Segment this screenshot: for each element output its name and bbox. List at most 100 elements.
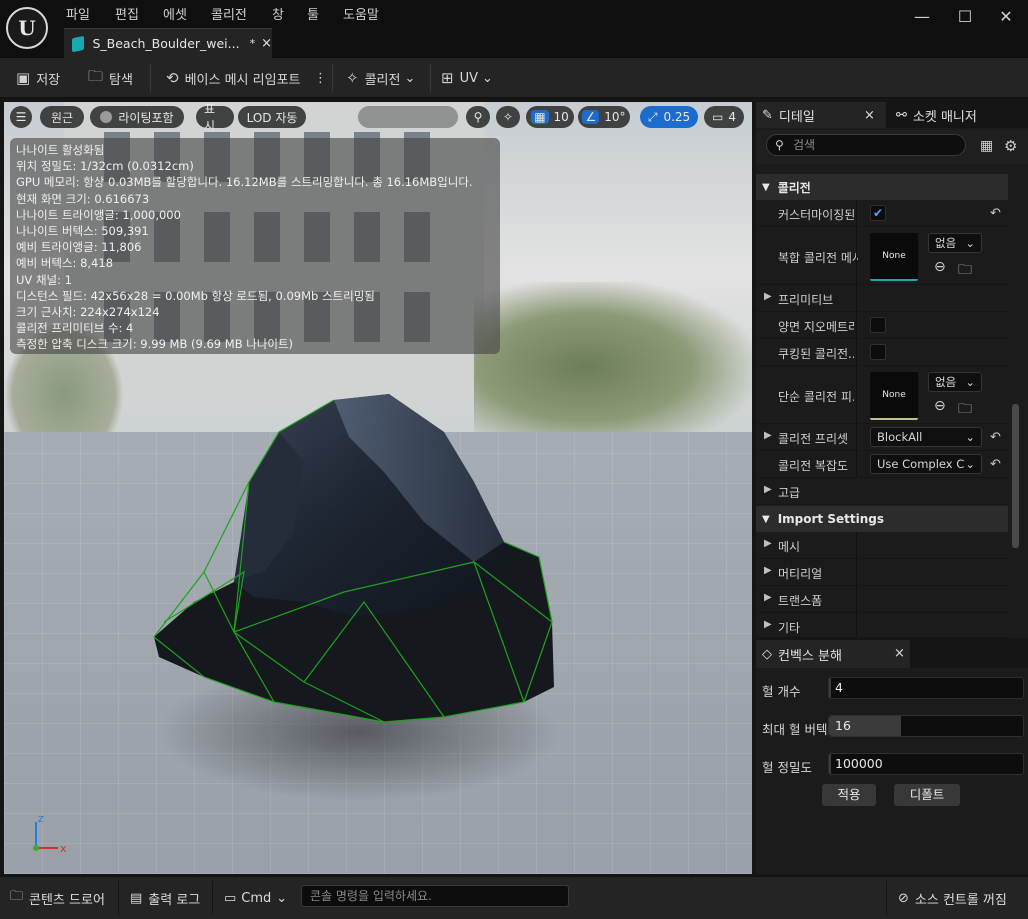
stat-line: 나나이트 버텍스: 509,391 (16, 224, 149, 239)
lighting-mode-button[interactable]: 라이팅포함 (90, 106, 184, 128)
perspective-button[interactable]: 원근 (40, 106, 84, 128)
source-control-button[interactable]: ⊘ 소스 컨트롤 꺼짐 (898, 887, 1007, 909)
tab-convex-decomposition[interactable]: ◇ 컨벡스 분해 (756, 640, 910, 668)
editor-toolbar: ▣ 저장 🗀 탐색 ⟲ 베이스 메시 리임포트 ⋮ ✧ 콜리전 ⌄ ⊞ UV ⌄ (0, 58, 1028, 98)
menu-collision[interactable]: 콜리전 (211, 4, 247, 23)
prop-collision-preset-label: 콜리전 프리셋 (778, 432, 849, 446)
max-hull-verts-input[interactable]: 16 (828, 715, 1024, 737)
console-command-input[interactable]: 콘솔 명령을 입력하세요. (301, 885, 569, 907)
apply-button[interactable]: 적용 (822, 784, 876, 806)
category-import-settings[interactable]: ▼ Import Settings (756, 506, 1008, 532)
category-import-settings-label: Import Settings (777, 512, 884, 526)
collision-complexity-dropdown[interactable]: Use Complex C ⌄ (870, 454, 982, 474)
prop-row-misc[interactable]: ▶ 기타 (756, 613, 1008, 638)
menu-edit[interactable]: 편집 (115, 4, 139, 23)
menu-file[interactable]: 파일 (66, 4, 90, 23)
browse-button[interactable]: 🗀 탐색 (88, 67, 133, 88)
more-options-icon: ⋮ (314, 70, 327, 86)
details-search-input[interactable]: ⚲ 검색 (766, 134, 966, 156)
prop-row-advanced[interactable]: ▶ 고급 (756, 478, 1008, 505)
more-options-button[interactable]: ⋮ (314, 68, 327, 88)
browse-asset-icon[interactable]: 🗀 (958, 259, 972, 283)
save-button[interactable]: ▣ 저장 (16, 68, 60, 88)
cmd-dropdown-button[interactable]: ▭ Cmd ⌄ (224, 887, 287, 909)
asset-tab[interactable]: S_Beach_Boulder_wei... * × (64, 28, 272, 58)
simple-collision-thumbnail[interactable]: None (870, 372, 918, 420)
prop-row-primitives[interactable]: ▶ 프리미티브 (756, 285, 1008, 312)
reset-to-default-icon[interactable]: ↶ (990, 206, 1001, 221)
reset-to-default-icon[interactable]: ↶ (990, 457, 1001, 472)
uv-grid-icon: ⊞ (441, 69, 454, 87)
tab-close-icon[interactable]: × (261, 36, 272, 51)
menu-help[interactable]: 도움말 (343, 4, 379, 23)
tab-socket-manager[interactable]: ⚯ 소켓 매니저 (890, 102, 1028, 128)
column-divider (856, 285, 857, 311)
details-scrollbar[interactable] (1012, 404, 1019, 548)
maximize-icon[interactable]: ☐ (951, 4, 979, 30)
scale-snap-toggle[interactable]: ⤢ 0.25 (640, 106, 698, 128)
viewport-menu-button[interactable]: ☰ (10, 106, 32, 128)
unreal-logo-icon[interactable]: U (6, 7, 48, 49)
tab-close-icon[interactable]: × (864, 108, 875, 123)
surface-snap-icon[interactable]: ⚲ (466, 106, 490, 128)
content-drawer-button[interactable]: 🗀 콘텐츠 드로어 (10, 887, 105, 909)
prop-row-transform[interactable]: ▶ 트랜스폼 (756, 586, 1008, 613)
reimport-base-mesh-button[interactable]: ⟲ 베이스 메시 리임포트 (166, 68, 300, 88)
reset-to-default-icon[interactable]: ↶ (990, 430, 1001, 445)
collision-complexity-value: Use Complex C (877, 457, 965, 471)
prop-collision-complexity-label: 콜리전 복잡도 (778, 459, 849, 473)
stat-line: 나나이트 트라이앵글: 1,000,000 (16, 207, 181, 222)
tab-close-icon[interactable]: × (894, 646, 905, 661)
double-sided-checkbox[interactable] (870, 317, 886, 333)
grid-snap-toggle[interactable]: ▦ 10 (526, 106, 574, 128)
prop-row-material[interactable]: ▶ 머티리얼 (756, 559, 1008, 586)
use-selected-asset-icon[interactable]: ⊖ (934, 259, 946, 275)
close-window-icon[interactable]: ✕ (992, 4, 1020, 30)
settings-gear-icon[interactable]: ⚙ (1004, 137, 1017, 155)
table-view-icon[interactable]: ▦ (980, 138, 993, 154)
mesh-viewport[interactable]: ☰ 원근 라이팅포함 표시 LOD 자동 ⚲ ✧ ▦ 10 ∠ 10° ⤢ 0.… (4, 102, 752, 874)
uv-dropdown-button[interactable]: ⊞ UV ⌄ (441, 68, 493, 88)
lod-button[interactable]: LOD 자동 (238, 106, 306, 128)
prop-complex-mesh-label: 복합 콜리전 메시 (778, 251, 858, 265)
menu-tools[interactable]: 툴 (307, 4, 319, 23)
show-button[interactable]: 표시 (196, 102, 234, 133)
reimport-label: 베이스 메시 리임포트 (184, 72, 301, 88)
browse-asset-icon[interactable]: 🗀 (958, 398, 972, 422)
stat-line: 나나이트 활성화됨 (16, 143, 105, 157)
menu-window[interactable]: 창 (272, 4, 284, 23)
hull-count-label: 헐 개수 (762, 684, 801, 699)
max-hull-verts-label: 최대 헐 버텍 (762, 722, 828, 737)
transform-tools-group[interactable] (358, 106, 458, 128)
prop-row-mesh[interactable]: ▶ 메시 (756, 532, 1008, 559)
category-collision[interactable]: ▼ 콜리전 (756, 174, 1008, 200)
camera-speed-button[interactable]: ▭ 4 (704, 106, 744, 128)
prop-row-double-sided: 양면 지오메트리 (756, 312, 1008, 339)
source-control-label: 소스 컨트롤 꺼짐 (914, 892, 1007, 908)
defaults-button[interactable]: 디폴트 (894, 784, 960, 806)
complex-mesh-thumbnail[interactable]: None (870, 233, 918, 281)
menu-asset[interactable]: 에셋 (163, 4, 187, 23)
customized-checkbox[interactable]: ✔ (870, 205, 886, 221)
collision-preset-dropdown[interactable]: BlockAll ⌄ (870, 427, 982, 447)
complex-mesh-dropdown[interactable]: 없음 ⌄ (928, 233, 982, 253)
hull-count-input[interactable]: 4 (828, 677, 1024, 699)
collapse-arrow-icon[interactable]: ▶ (764, 430, 772, 441)
output-log-button[interactable]: ▤ 출력 로그 (130, 887, 200, 909)
collision-dropdown-button[interactable]: ✧ 콜리전 ⌄ (346, 68, 415, 88)
stat-line: GPU 메모리: 항상 0.03MB를 할당합니다. 16.12MB를 스트리밍… (16, 175, 473, 190)
collision-label: 콜리전 (364, 72, 401, 88)
minimize-icon[interactable]: — (908, 4, 936, 30)
rotation-snap-toggle[interactable]: ∠ 10° (578, 106, 630, 128)
world-space-icon[interactable]: ✧ (496, 106, 520, 128)
hull-count-value: 4 (835, 680, 843, 695)
tab-details[interactable]: ✎ 디테일 × (756, 102, 886, 128)
use-selected-asset-icon[interactable]: ⊖ (934, 398, 946, 414)
simple-collision-dropdown[interactable]: 없음 ⌄ (928, 372, 982, 392)
cooked-checkbox[interactable] (870, 344, 886, 360)
collision-preset-value: BlockAll (877, 430, 923, 444)
chevron-down-icon: ⌄ (965, 455, 975, 473)
hull-precision-value: 100000 (835, 756, 883, 771)
rotation-snap-value: 10° (604, 110, 626, 124)
hull-precision-input[interactable]: 100000 (828, 753, 1024, 775)
